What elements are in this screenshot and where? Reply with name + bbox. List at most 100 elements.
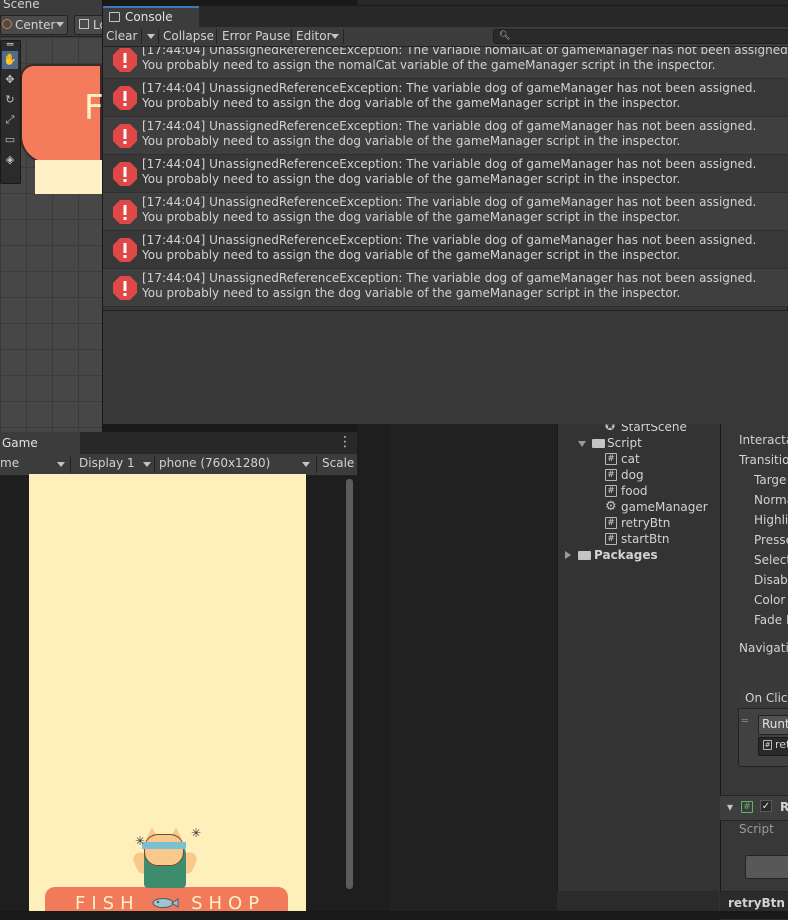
- inspector-button[interactable]: [745, 855, 788, 879]
- selected-object-label[interactable]: retryBtn: [728, 896, 785, 910]
- resolution-dropdown[interactable]: phone (760x1280): [159, 456, 270, 470]
- log-hint: You probably need to assign the dog vari…: [142, 286, 681, 300]
- scene-sprite-text: F: [84, 88, 102, 128]
- scene-tab-label: Scene: [3, 0, 40, 11]
- tree-item-label: startBtn: [621, 532, 670, 546]
- handle-label: Lo: [93, 18, 102, 32]
- console-detail-pane[interactable]: [103, 310, 788, 424]
- rect-tool-icon[interactable]: ▭: [2, 131, 18, 149]
- collapse-button[interactable]: Collapse: [160, 27, 217, 46]
- component-title: R: [780, 800, 788, 814]
- log-message: [17:44:04] UnassignedReferenceException:…: [142, 119, 757, 133]
- tree-item-script-folder[interactable]: Script: [558, 436, 718, 452]
- tab-scene[interactable]: Scene: [0, 0, 102, 12]
- log-hint: You probably need to assign the dog vari…: [142, 210, 681, 224]
- scale-tool-icon[interactable]: ⤢: [2, 111, 18, 129]
- disabled-color-label: Disab: [754, 573, 788, 587]
- component-enable-checkbox[interactable]: ✓: [760, 800, 772, 812]
- target-graphic-label: Targe: [754, 473, 787, 487]
- log-entry[interactable]: [17:44:04] UnassignedReferenceException:…: [103, 79, 788, 117]
- navigation-label: Navigatio: [739, 641, 788, 655]
- chevron-down-icon: [302, 462, 310, 467]
- collapse-arrow-icon[interactable]: [565, 551, 571, 559]
- object-ref-label: ret: [775, 738, 788, 751]
- console-search-input[interactable]: 🔍︎: [493, 29, 788, 44]
- selected-color-label: Select: [754, 553, 788, 567]
- onclick-header: On Clic: [738, 688, 788, 709]
- game-mode-dropdown[interactable]: me: [0, 456, 19, 470]
- interactable-label: Interacta: [739, 433, 788, 447]
- cube-icon: [79, 19, 89, 29]
- tree-item-packages[interactable]: Packages: [558, 548, 718, 564]
- scene-panel: Scene Center Lo F ═ ✋ ✥ ↻ ⤢ ▭ ◈: [0, 0, 102, 432]
- hand-tool-icon[interactable]: ✋: [2, 51, 18, 69]
- runtime-dropdown[interactable]: Runt: [758, 715, 788, 735]
- tree-item-retrybtn[interactable]: # retryBtn: [558, 516, 718, 532]
- vertical-scrollbar[interactable]: [346, 479, 353, 889]
- log-entry[interactable]: [17:44:04] UnassignedReferenceException:…: [103, 117, 788, 155]
- console-window: Console Clear Collapse Error Pause Edito…: [102, 5, 788, 424]
- toolbar-divider: [70, 456, 71, 473]
- log-message: [17:44:04] UnassignedReferenceException:…: [142, 195, 757, 209]
- fold-arrow-icon[interactable]: ▾: [727, 800, 733, 814]
- scene-sprite-background[interactable]: [35, 160, 102, 194]
- toolbar-divider: [158, 29, 159, 44]
- kebab-menu-icon[interactable]: ⋮: [338, 434, 352, 450]
- toolbar-divider: [291, 29, 292, 44]
- log-entry[interactable]: [17:44:04] UnassignedReferenceException:…: [103, 193, 788, 231]
- clear-button[interactable]: Clear: [103, 27, 140, 46]
- sparkle-icon: ✳: [135, 834, 146, 848]
- tree-item-food[interactable]: # food: [558, 484, 718, 500]
- error-pause-button[interactable]: Error Pause: [219, 27, 293, 46]
- tree-item-gamemanager[interactable]: ⚙ gameManager: [558, 500, 718, 516]
- log-entry[interactable]: [17:44:04] UnassignedReferenceException:…: [103, 155, 788, 193]
- log-entry[interactable]: [17:44:04] UnassignedReferenceException:…: [103, 231, 788, 269]
- tab-game[interactable]: Game: [0, 432, 80, 454]
- drag-handle-icon[interactable]: ═: [2, 39, 18, 50]
- tree-item-cat[interactable]: # cat: [558, 452, 718, 468]
- sparkle-icon: ✳: [191, 826, 202, 840]
- tree-item-dog[interactable]: # dog: [558, 468, 718, 484]
- console-tab-label: Console: [125, 10, 173, 24]
- highlighted-color-label: Highli: [754, 513, 788, 527]
- transform-tool-icon[interactable]: ◈: [2, 151, 18, 169]
- search-icon: 🔍︎: [499, 31, 511, 41]
- log-hint: You probably need to assign the nomalCat…: [142, 58, 716, 72]
- game-toolbar: me Display 1 phone (760x1280) Scale: [0, 454, 357, 476]
- target-object-field[interactable]: # ret: [758, 737, 788, 756]
- expand-arrow-icon[interactable]: [578, 441, 586, 447]
- cat-head: [144, 834, 184, 866]
- log-hint: You probably need to assign the dog vari…: [142, 96, 681, 110]
- game-viewport[interactable]: FISH SHOP ✳ ✳: [29, 474, 306, 919]
- pivot-center-dropdown[interactable]: Center: [0, 15, 68, 35]
- folder-icon: [578, 551, 591, 560]
- handle-local-dropdown[interactable]: Lo: [74, 15, 102, 35]
- console-icon: [109, 12, 120, 22]
- fade-duration-label: Fade D: [754, 613, 788, 627]
- scale-slider-label[interactable]: Scale: [322, 456, 354, 470]
- editor-dropdown[interactable]: Editor: [293, 27, 335, 46]
- tab-console[interactable]: Console: [103, 6, 199, 27]
- normal-color-label: Norma: [754, 493, 788, 507]
- script-icon: #: [605, 453, 617, 465]
- console-log-list[interactable]: [17:44:04] UnassignedReferenceException:…: [103, 47, 788, 310]
- runtime-label: Runt: [762, 717, 788, 731]
- chevron-down-icon: [143, 462, 151, 467]
- log-entry[interactable]: [17:44:04] UnassignedReferenceException:…: [103, 269, 788, 307]
- chevron-down-icon: [56, 22, 64, 27]
- tree-item-startbtn[interactable]: # startBtn: [558, 532, 718, 548]
- display-dropdown[interactable]: Display 1: [79, 456, 135, 470]
- log-entry[interactable]: [17:44:04] UnassignedReferenceException:…: [103, 47, 788, 79]
- pivot-icon: [2, 19, 12, 29]
- log-hint: You probably need to assign the dog vari…: [142, 134, 681, 148]
- rotate-tool-icon[interactable]: ↻: [2, 91, 18, 109]
- pivot-label: Center: [15, 18, 56, 32]
- component-header[interactable]: ▾ # ✓ R: [720, 795, 788, 821]
- move-tool-icon[interactable]: ✥: [2, 71, 18, 89]
- reorder-handle-icon[interactable]: ═: [742, 716, 748, 727]
- clear-options-chevron-icon[interactable]: [147, 34, 155, 39]
- log-message: [17:44:04] UnassignedReferenceException:…: [142, 81, 757, 95]
- error-icon: [113, 276, 137, 300]
- toolbar-divider: [141, 29, 142, 44]
- tree-item-label: Packages: [594, 548, 658, 562]
